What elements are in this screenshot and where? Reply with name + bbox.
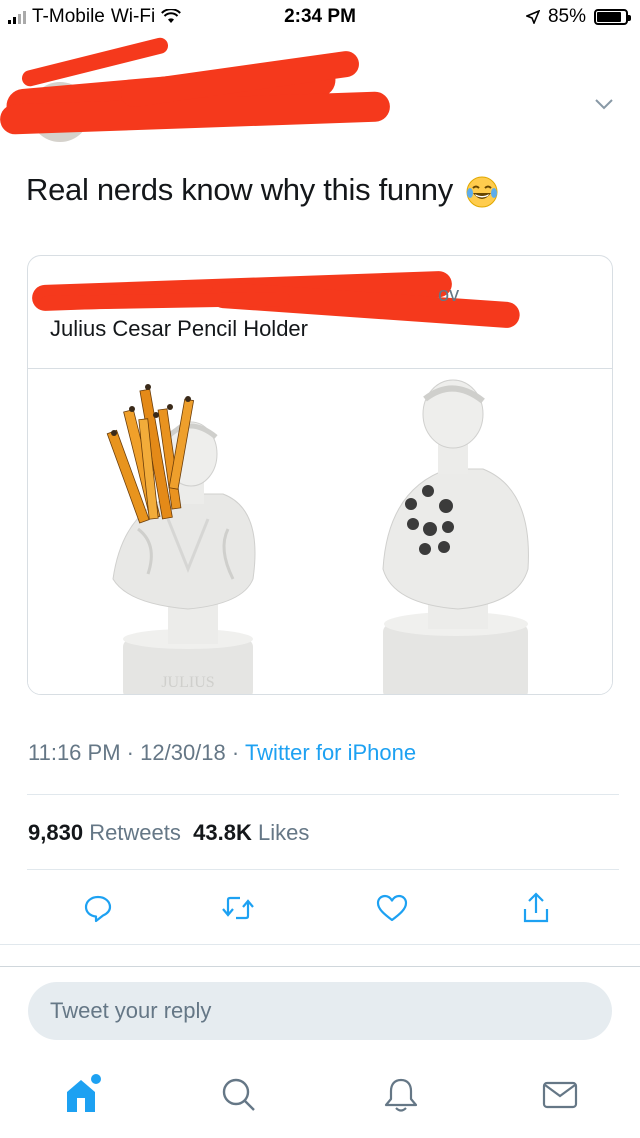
network-label: Wi-Fi [110, 6, 156, 27]
reply-input[interactable] [28, 982, 612, 1040]
tweet-timestamp: 11:16 PM · 12/30/18 · Twitter for iPhone [28, 740, 416, 766]
tab-notifications[interactable] [376, 1070, 426, 1120]
like-icon [376, 894, 408, 922]
status-bar: T-Mobile Wi-Fi 2:34 PM 85% [0, 0, 640, 34]
status-left: T-Mobile Wi-Fi [8, 6, 182, 28]
chevron-down-icon[interactable] [594, 98, 614, 110]
search-icon [222, 1078, 255, 1111]
like-button[interactable] [372, 888, 412, 928]
battery-level [597, 12, 621, 22]
tweet-author-header [0, 36, 640, 142]
retweet-icon [222, 896, 254, 920]
likes-count: 43.8K [193, 820, 252, 845]
divider [0, 966, 640, 967]
retweets-stat[interactable]: 9,830 Retweets [28, 820, 181, 845]
tweet-source-link[interactable]: Twitter for iPhone [245, 740, 416, 765]
tweet-stats: 9,830 Retweets 43.8K Likes [28, 820, 309, 846]
tweet-actions [0, 888, 640, 938]
retweets-count: 9,830 [28, 820, 84, 845]
reply-composer[interactable] [28, 982, 612, 1040]
tweet-detail-screen: T-Mobile Wi-Fi 2:34 PM 85% Real nerds kn… [0, 0, 640, 1138]
share-icon [523, 892, 549, 923]
messages-icon [542, 1081, 578, 1109]
quoted-tweet-handle: ov [438, 284, 460, 306]
tweet-date: 12/30/18 [140, 740, 226, 765]
tab-home[interactable] [58, 1070, 108, 1120]
reply-icon [84, 895, 112, 923]
pencil-holder-photo: JULIUS [28, 369, 612, 694]
reply-button[interactable] [78, 888, 118, 928]
bust-label: JULIUS [161, 674, 214, 691]
location-arrow-icon [525, 10, 540, 24]
quoted-tweet-card[interactable]: ov Julius Cesar Pencil Holder JULIUS [27, 255, 613, 695]
tweet-text: Real nerds know why this funny [26, 172, 499, 209]
wifi-icon [161, 9, 182, 23]
tweet-text-content: Real nerds know why this funny [26, 172, 453, 207]
tweet-time: 11:16 PM [28, 740, 121, 765]
tab-messages[interactable] [535, 1070, 585, 1120]
status-time: 2:34 PM [284, 6, 356, 27]
quoted-tweet-image[interactable]: JULIUS [28, 369, 612, 694]
battery-percent: 85% [547, 6, 586, 27]
quoted-tweet-author [31, 270, 590, 329]
home-icon [67, 1074, 101, 1112]
share-button[interactable] [516, 888, 556, 928]
quoted-tweet-text: Julius Cesar Pencil Holder [50, 316, 308, 341]
face-with-tears-of-joy-icon [466, 176, 498, 208]
tab-search[interactable] [214, 1070, 264, 1120]
separator: · [126, 740, 134, 765]
notifications-icon [384, 1078, 418, 1112]
status-right: 85% [525, 6, 631, 28]
carrier-label: T-Mobile [32, 6, 105, 27]
divider [27, 794, 619, 795]
separator: · [231, 740, 240, 765]
divider [27, 869, 619, 870]
likes-stat[interactable]: 43.8K Likes [193, 820, 309, 845]
signal-icon [8, 10, 26, 24]
retweets-label: Retweets [89, 820, 181, 845]
battery-icon [594, 9, 631, 25]
bottom-tab-bar [0, 1060, 640, 1138]
divider [0, 944, 640, 945]
likes-label: Likes [257, 820, 310, 845]
retweet-button[interactable] [218, 888, 258, 928]
